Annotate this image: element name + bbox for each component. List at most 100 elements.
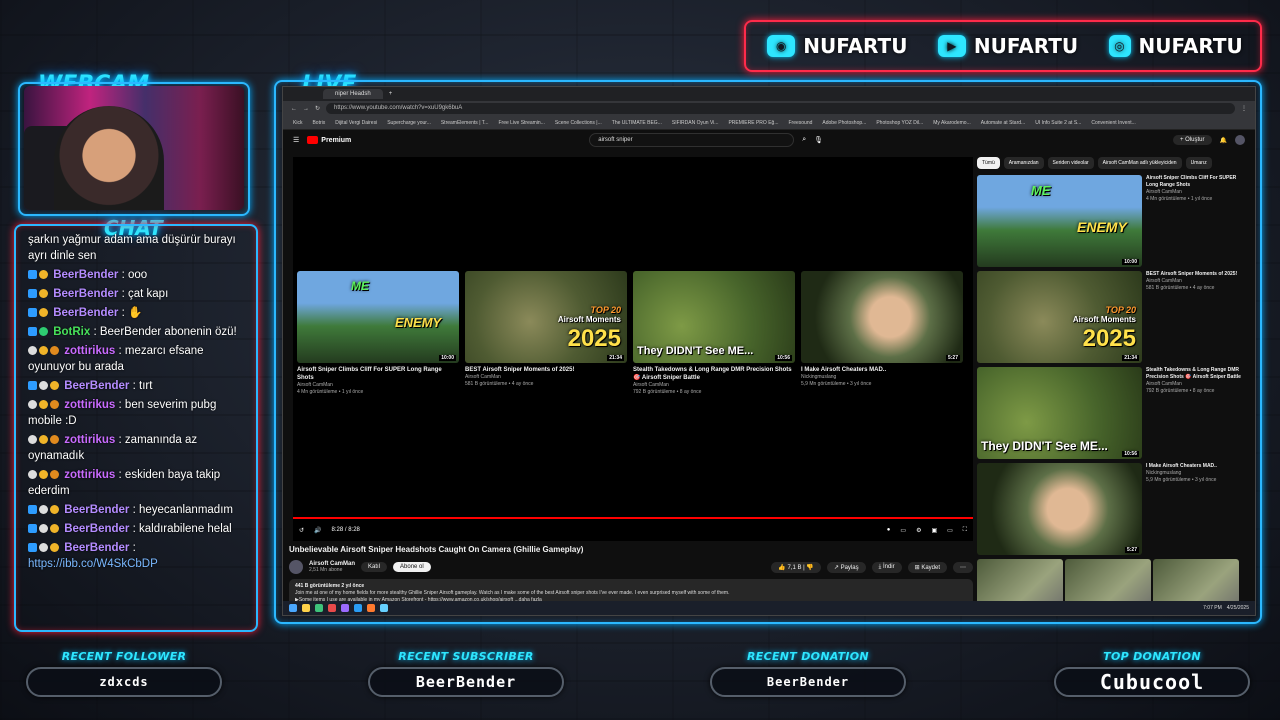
forward-icon[interactable]: → [303,106,309,112]
channel-name[interactable]: Airsoft CamMan [297,382,459,389]
fullscreen-icon[interactable]: ⛶ [963,527,967,534]
share-button[interactable]: ↗ Paylaş [826,561,866,573]
chip-uploader[interactable]: Airsoft CamMan adlı yükleyiciden [1097,157,1182,169]
chat-user[interactable]: BeerBender [64,504,129,516]
back-icon[interactable]: ← [291,106,297,112]
bookmark[interactable]: Botrix [312,120,325,126]
bookmark[interactable]: Photoshop YOZ Dil... [876,120,923,126]
bookmark[interactable]: Dijital Vergi Dairesi [335,120,377,126]
video-thumbnail[interactable]: They DIDN'T See ME... 10:56 [633,271,795,363]
chat-user[interactable]: BeerBender [64,523,129,535]
video-thumbnail[interactable]: ME ENEMY 10:00 [297,271,459,363]
video-title[interactable]: I Make Airsoft Cheaters MAD.. [1146,463,1217,470]
video-title[interactable]: Stealth Takedowns & Long Range DMR Preci… [633,366,795,382]
save-button[interactable]: ⊞ Kaydet [907,561,947,573]
replay-icon[interactable]: ↺ [299,527,304,534]
extensions-icon[interactable]: ⋮ [1241,105,1247,112]
bookmark[interactable]: My Akarodemo... [933,120,971,126]
chip-from-search[interactable]: Aramanızdan [1003,157,1044,169]
video-thumbnail[interactable]: TOP 20 Airsoft Moments 2025 21:34 [977,271,1142,363]
video-title[interactable]: I Make Airsoft Cheaters MAD.. [801,366,963,374]
video-title[interactable]: Airsoft Sniper Climbs Cliff For SUPER Lo… [1146,175,1247,189]
join-button[interactable]: Katıl [361,562,388,572]
video-title[interactable]: Airsoft Sniper Climbs Cliff For SUPER Lo… [297,366,459,382]
endcard-video[interactable]: TOP 20 Airsoft Moments 2025 21:34 BEST A… [465,271,627,396]
browser-tab[interactable]: niper Headsh [323,89,383,99]
video-thumbnail[interactable]: ME ENEMY 10:00 [977,175,1142,267]
search-icon[interactable]: ⌕ [802,136,806,144]
video-thumbnail[interactable]: 5:27 [801,271,963,363]
mic-icon[interactable]: 🎙 [814,136,823,144]
channel-name[interactable]: Airsoft CamMan [1146,189,1247,196]
channel-name[interactable]: Nickingmuslang [1146,470,1217,477]
app-icon[interactable] [380,604,388,612]
more-icon[interactable]: ⋯ [953,561,973,573]
channel-name[interactable]: Airsoft CamMan [1146,278,1237,285]
chat-user[interactable]: BotRix [53,326,90,338]
channel-name[interactable]: Airsoft CamMan [465,374,627,381]
sidebar-video[interactable]: TOP 20 Airsoft Moments 2025 21:34 BEST A… [977,271,1247,363]
bookmark[interactable]: PREMIERE PRO Eğ... [728,120,778,126]
subtitles-icon[interactable]: ▭ [900,527,906,534]
bookmark[interactable]: UI Info Suite 2 at S... [1035,120,1081,126]
channel-name[interactable]: Nickingmuslang [801,374,963,381]
address-field[interactable]: https://www.youtube.com/watch?v=xuU9gk6b… [326,103,1235,114]
channel-avatar[interactable] [289,560,303,574]
video-thumbnail[interactable]: TOP 20 Airsoft Moments 2025 21:34 [465,271,627,363]
sidebar-video[interactable]: They DIDN'T See ME... 10:56 Stealth Take… [977,367,1247,459]
video-title[interactable]: BEST Airsoft Sniper Moments of 2025! [1146,271,1237,278]
steam-icon[interactable] [354,604,362,612]
bookmark[interactable]: Scene Collections |... [555,120,602,126]
video-thumbnail[interactable]: 5:27 [977,463,1142,555]
reload-icon[interactable]: ↻ [315,105,320,112]
create-button[interactable]: + Oluştur [1173,135,1212,145]
bookmark[interactable]: Freesound [788,120,812,126]
chip-all[interactable]: Tümü [977,157,1000,169]
volume-icon[interactable]: 🔊 [314,527,321,534]
chat-user[interactable]: zottirikus [64,434,115,446]
miniplayer-icon[interactable]: ▣ [931,527,937,534]
bookmark[interactable]: The ULTIMATE BEG... [612,120,662,126]
autoplay-icon[interactable]: ● [887,527,891,533]
video-thumbnail[interactable]: They DIDN'T See ME... 10:56 [977,367,1142,459]
youtube-logo[interactable]: Premium [307,136,351,144]
theater-icon[interactable]: ▭ [947,527,953,534]
chat-user[interactable]: zottirikus [64,469,115,481]
bookmark[interactable]: Supercharge your... [387,120,431,126]
chip-series[interactable]: Seriden videolar [1047,157,1094,169]
edge-icon[interactable] [315,604,323,612]
endcard-video[interactable]: They DIDN'T See ME... 10:56 Stealth Take… [633,271,795,396]
chat-user[interactable]: BeerBender [53,307,118,319]
discord-app-icon[interactable] [341,604,349,612]
bookmark[interactable]: Kick [293,120,302,126]
settings-icon[interactable]: ⚙ [916,527,921,534]
chat-user[interactable]: BeerBender [64,380,129,392]
subscribe-button[interactable]: Abone ol [393,562,431,572]
chat-user[interactable]: zottirikus [64,345,115,357]
video-title[interactable]: Stealth Takedowns & Long Range DMR Preci… [1146,367,1247,381]
video-player[interactable]: ME ENEMY 10:00 Airsoft Sniper Climbs Cli… [293,157,973,541]
chat-link[interactable]: https://ibb.co/W4SkCbDP [28,558,158,570]
video-title[interactable]: BEST Airsoft Sniper Moments of 2025! [465,366,627,374]
bookmark[interactable]: Free Live Streamin... [498,120,544,126]
sidebar-video[interactable]: 5:27 I Make Airsoft Cheaters MAD.. Nicki… [977,463,1247,555]
account-avatar[interactable] [1235,135,1245,145]
like-button[interactable]: 👍 7,1 B | 👎 [771,561,821,573]
channel-name[interactable]: Airsoft CamMan [1146,381,1247,388]
bookmark[interactable]: Automate at Stard... [981,120,1025,126]
bookmark[interactable]: Adobe Photoshop... [822,120,866,126]
obs-icon[interactable] [367,604,375,612]
chat-user[interactable]: zottirikus [64,399,115,411]
download-button[interactable]: ⤓ İndir [871,561,902,573]
search-input[interactable]: airsoft sniper [589,133,795,147]
endcard-video[interactable]: ME ENEMY 10:00 Airsoft Sniper Climbs Cli… [297,271,459,396]
sidebar-video[interactable]: ME ENEMY 10:00 Airsoft Sniper Climbs Cli… [977,175,1247,267]
explorer-icon[interactable] [302,604,310,612]
progress-bar[interactable] [293,517,973,519]
menu-icon[interactable]: ☰ [293,136,299,144]
bookmark[interactable]: SIFIRDAN Oyun Vi... [672,120,719,126]
endcard-video[interactable]: 5:27 I Make Airsoft Cheaters MAD.. Nicki… [801,271,963,396]
chat-user[interactable]: BeerBender [53,288,118,300]
chip-more[interactable]: Umarız [1185,157,1212,169]
chat-user[interactable]: BeerBender [64,542,129,554]
